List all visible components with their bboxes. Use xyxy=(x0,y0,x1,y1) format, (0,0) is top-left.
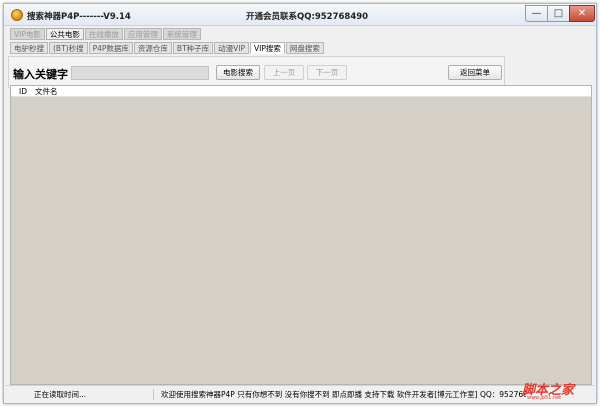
minimize-icon: — xyxy=(531,8,542,19)
app-window: 搜索神器P4P-------V9.14 开通会员联系QQ:952768490 —… xyxy=(3,3,597,404)
membership-contact: 开通会员联系QQ:952768490 xyxy=(246,12,369,22)
status-time: 正在读取时间... xyxy=(10,389,154,400)
window-title: 搜索神器P4P-------V9.14 xyxy=(27,12,131,22)
tab-public-movie[interactable]: 公共电影 xyxy=(45,28,84,40)
keyword-label: 输入关键字 xyxy=(13,68,68,81)
maximize-button[interactable]: □ xyxy=(547,5,569,22)
results-list[interactable]: ID 文件名 xyxy=(10,85,592,385)
tab-bt-seed-library[interactable]: BT种子库 xyxy=(172,42,214,54)
tab-edonkey-search[interactable]: 电驴秒搜 xyxy=(10,42,48,54)
title-bar[interactable]: 搜索神器P4P-------V9.14 开通会员联系QQ:952768490 —… xyxy=(4,4,596,26)
movie-search-button[interactable]: 电影搜索 xyxy=(216,65,260,80)
status-bar: 正在读取时间... 欢迎使用搜索神器P4P 只有你想不到 没有你搜不到 即点即播… xyxy=(5,385,595,402)
next-page-button[interactable]: 下一页 xyxy=(307,65,347,80)
tab-bt-search[interactable]: (BT)秒搜 xyxy=(49,42,88,54)
main-tab-bar: VIP电影 公共电影 在线播放 应用管理 系统管理 xyxy=(10,28,201,40)
tab-system-management[interactable]: 系统管理 xyxy=(162,28,201,40)
tab-app-management[interactable]: 应用管理 xyxy=(123,28,162,40)
site-watermark-url: www.jb51.net xyxy=(527,395,562,401)
prev-page-button[interactable]: 上一页 xyxy=(264,65,304,80)
maximize-icon: □ xyxy=(553,8,564,19)
tab-netdisk-search[interactable]: 网盘搜索 xyxy=(285,42,324,54)
tab-resource-warehouse[interactable]: 资源仓库 xyxy=(133,42,172,54)
tab-vip-search[interactable]: VIP搜索 xyxy=(250,42,285,54)
back-to-menu-button[interactable]: 返回菜单 xyxy=(448,65,502,80)
status-welcome-message: 欢迎使用搜索神器P4P 只有你想不到 没有你搜不到 即点即播 支持下载 软件开发… xyxy=(161,390,526,399)
keyword-input[interactable] xyxy=(71,66,209,80)
column-header-filename[interactable]: 文件名 xyxy=(35,86,58,97)
list-header: ID 文件名 xyxy=(11,86,591,97)
app-logo-icon xyxy=(11,9,23,21)
close-button[interactable]: ✕ xyxy=(569,5,595,22)
sub-tab-bar: 电驴秒搜 (BT)秒搜 P4P数据库 资源仓库 BT种子库 动漫VIP VIP搜… xyxy=(10,42,324,54)
tab-anime-vip[interactable]: 动漫VIP xyxy=(214,42,250,54)
column-header-id[interactable]: ID xyxy=(19,86,27,97)
tab-p4p-database[interactable]: P4P数据库 xyxy=(88,42,133,54)
tab-vip-movie[interactable]: VIP电影 xyxy=(10,28,45,40)
search-panel: 输入关键字 电影搜索 上一页 下一页 返回菜单 xyxy=(8,56,505,88)
close-icon: ✕ xyxy=(577,8,587,19)
tab-online-play[interactable]: 在线播放 xyxy=(84,28,123,40)
minimize-button[interactable]: — xyxy=(525,5,547,22)
